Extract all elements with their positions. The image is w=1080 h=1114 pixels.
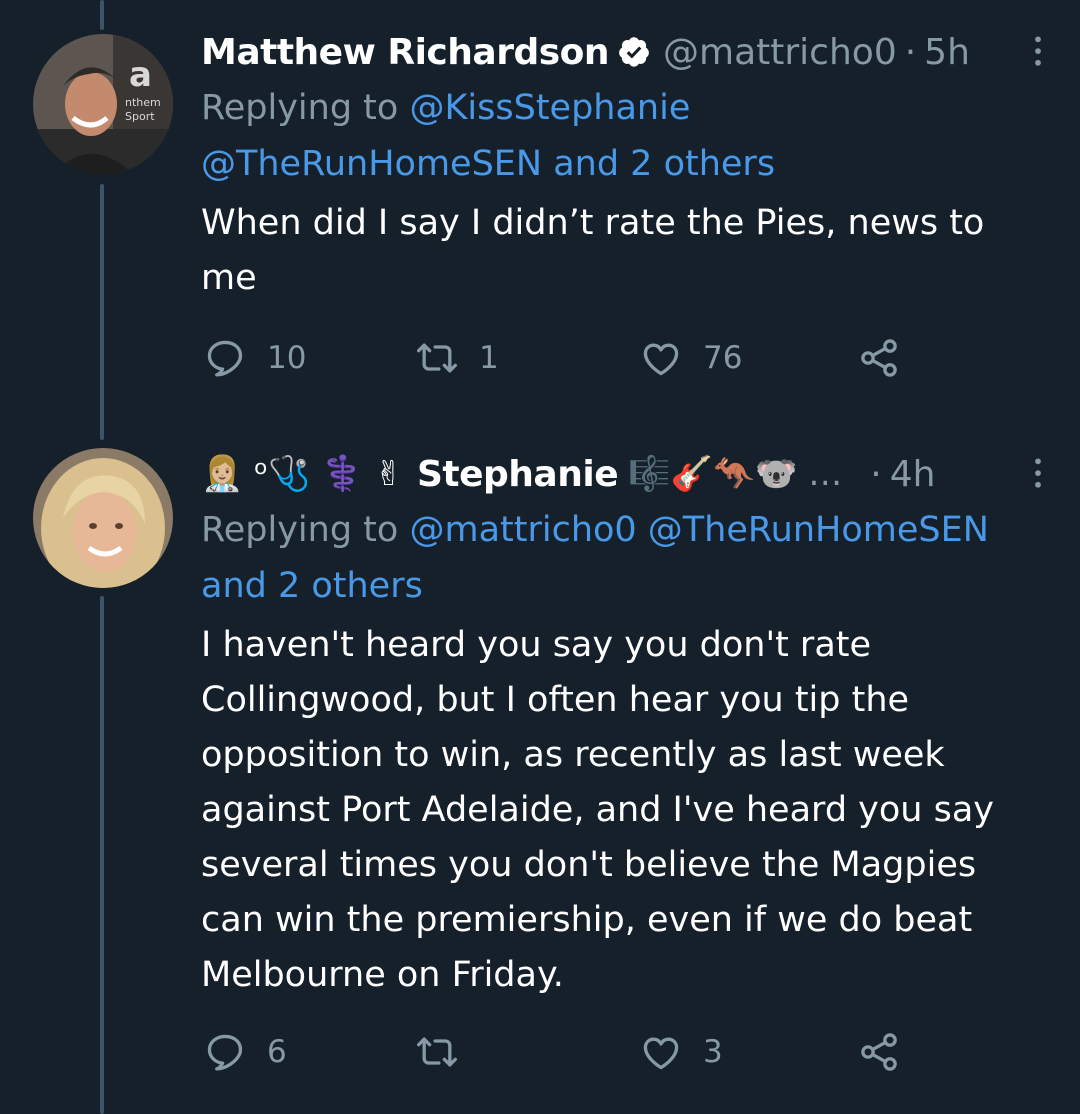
retweet-button[interactable] [415, 1030, 479, 1074]
replying-to: Replying to @mattricho0 @TheRunHomeSEN a… [201, 502, 1050, 614]
author-name[interactable]: Matthew Richardson [201, 32, 610, 73]
tweet-stephanie[interactable]: 👩🏼‍⚕️ ᵒ🩺 ⚕️ ✌ Stephanie 🎼🎸🦘🐨 … · 4h Repl… [0, 430, 1080, 1114]
name-emoji-after: 🎼🎸🦘🐨 … [628, 454, 843, 494]
tweet-actions: 10 1 76 [201, 336, 921, 386]
tweet-header: Matthew Richardson @mattricho0 · 5h [201, 24, 1050, 80]
more-options-icon[interactable] [1026, 34, 1050, 70]
reply-icon [207, 340, 243, 377]
tweet-matthew[interactable]: a nthem Sport Matthew Richardson @mattri… [0, 0, 1080, 430]
replying-to-label: Replying to [201, 510, 399, 550]
retweet-icon [417, 343, 457, 373]
share-icon [861, 1033, 897, 1071]
replying-to-label: Replying to [201, 88, 399, 128]
svg-text:nthem: nthem [125, 96, 161, 109]
share-button[interactable] [857, 336, 901, 380]
heart-icon [643, 343, 679, 376]
reply-count: 6 [267, 1034, 287, 1070]
avatar-matthew[interactable]: a nthem Sport [33, 34, 173, 174]
retweet-button[interactable]: 1 [415, 336, 499, 380]
tweet-header: 👩🏼‍⚕️ ᵒ🩺 ⚕️ ✌ Stephanie 🎼🎸🦘🐨 … · 4h [201, 446, 1050, 502]
separator-dot: · [870, 453, 882, 495]
author-name[interactable]: Stephanie [417, 454, 619, 495]
more-options-icon[interactable] [1026, 456, 1050, 492]
tweet-text: I haven't heard you say you don't rate C… [201, 625, 994, 995]
like-count: 3 [703, 1034, 723, 1070]
reply-count: 10 [267, 340, 307, 376]
like-button[interactable]: 76 [639, 336, 742, 380]
svg-text:a: a [129, 55, 152, 95]
separator-dot: · [904, 31, 917, 73]
avatar-image: a nthem Sport [33, 34, 173, 174]
heart-icon [643, 1037, 679, 1070]
mention-link-others[interactable]: @TheRunHomeSEN and 2 others [201, 144, 775, 184]
name-emoji-before: 👩🏼‍⚕️ ᵒ🩺 ⚕️ ✌ [201, 454, 403, 494]
reply-button[interactable]: 10 [203, 336, 306, 380]
tweet-text: When did I say I didn’t rate the Pies, n… [201, 203, 985, 298]
mention-link-others[interactable]: and 2 others [201, 566, 423, 606]
retweet-count: 1 [479, 340, 499, 376]
retweet-icon [417, 1037, 457, 1067]
reply-button[interactable]: 6 [203, 1030, 287, 1074]
verified-badge-icon [617, 35, 651, 69]
timestamp[interactable]: 4h [890, 454, 936, 495]
share-icon [861, 339, 897, 377]
like-button[interactable]: 3 [639, 1030, 723, 1074]
avatar-image [33, 448, 173, 588]
like-count: 76 [703, 340, 743, 376]
mention-link[interactable]: @KissStephanie [409, 88, 690, 128]
mention-link[interactable]: @mattricho0 @TheRunHomeSEN [409, 510, 988, 550]
avatar-stephanie[interactable] [33, 448, 173, 588]
svg-text:Sport: Sport [125, 110, 155, 123]
reply-icon [207, 1034, 243, 1071]
tweet-actions: 6 3 [201, 1030, 921, 1080]
author-handle[interactable]: @mattricho0 [663, 32, 897, 73]
share-button[interactable] [857, 1030, 901, 1074]
replying-to: Replying to @KissStephanie @TheRunHomeSE… [201, 80, 1050, 192]
timestamp[interactable]: 5h [924, 32, 970, 73]
